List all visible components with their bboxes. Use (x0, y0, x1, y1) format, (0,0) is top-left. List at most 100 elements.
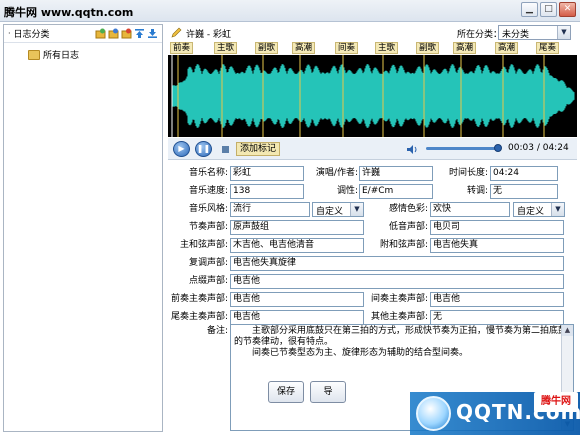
volume-icon[interactable] (406, 144, 418, 155)
delete-category-icon[interactable] (121, 28, 132, 39)
other-field[interactable]: 无 (430, 310, 564, 325)
mark-label[interactable]: 高潮 (292, 42, 316, 54)
sidebar: · 日志分类 所有日志 (3, 24, 163, 432)
play-button[interactable]: ▶ (173, 141, 190, 157)
style-label: 音乐风格: (188, 204, 228, 214)
counter-label: 复调声部: (188, 258, 228, 268)
intro-label: 前奏主奏声部: (170, 294, 228, 304)
chevron-down-icon: ▼ (350, 203, 363, 216)
category-select[interactable]: 未分类 ▼ (498, 25, 571, 40)
tree-collapse-icon[interactable]: · (8, 29, 11, 38)
bass-label: 低音声部: (388, 222, 428, 232)
minimize-icon[interactable]: ▁ (521, 2, 538, 17)
song-title: 许巍 - 彩虹 (186, 29, 231, 40)
mark-label[interactable]: 高潮 (453, 42, 477, 54)
close-icon[interactable]: ✕ (559, 2, 576, 17)
pause-icon: ❚❚ (196, 144, 211, 153)
stop-icon[interactable] (222, 146, 229, 153)
pencil-icon (171, 27, 182, 38)
player-bar: ▶ ❚❚ 添加标记 00:03 / 04:24 (168, 138, 577, 160)
watermark: QQTN.com 腾牛网 (410, 392, 580, 435)
main-panel: 许巍 - 彩虹 所在分类： 未分类 ▼ 前奏 主歌 副歌 高潮 间奏 主歌 副歌… (168, 24, 577, 432)
watermark-logo-icon (416, 396, 451, 431)
modulation-label: 转调: (466, 186, 488, 196)
harmony-field[interactable]: 木吉他、电吉他清音 (230, 238, 364, 253)
tempo-label: 音乐速度: (188, 186, 228, 196)
mark-label[interactable]: 副歌 (255, 42, 279, 54)
category-value: 未分类 (502, 30, 530, 40)
export-button[interactable]: 导 (310, 381, 346, 403)
fill-label: 点缀声部: (188, 276, 228, 286)
edit-category-icon[interactable] (108, 28, 119, 39)
outro-label: 尾奏主奏声部: (170, 312, 228, 322)
section-mark-bar: 前奏 主歌 副歌 高潮 间奏 主歌 副歌 高潮 高潮 尾奏 (168, 42, 577, 55)
action-buttons: 保存 导 (268, 381, 346, 403)
duration-field[interactable]: 04:24 (490, 166, 558, 181)
sidebar-toolbar (95, 28, 158, 39)
mood-field[interactable]: 欢快 (430, 202, 510, 217)
interlude-field[interactable]: 电吉他 (430, 292, 564, 307)
duration-label: 时间长度: (448, 168, 488, 178)
rhythm-field[interactable]: 原声鼓组 (230, 220, 364, 235)
progress-slider-handle[interactable] (494, 144, 502, 152)
window-controls: ▁ □ ✕ (521, 2, 576, 17)
style-field[interactable]: 流行 (230, 202, 310, 217)
sidebar-item-label: 所有日志 (43, 51, 80, 61)
chevron-down-icon: ▼ (557, 26, 570, 39)
time-readout: 00:03 / 04:24 (508, 143, 569, 153)
notes-line: 间奏已节奏型态为主、旋律形态为辅助的结合型间奏。 (252, 348, 469, 358)
folder-icon (28, 49, 40, 60)
mark-label[interactable]: 前奏 (170, 42, 194, 54)
maximize-icon[interactable]: □ (540, 2, 557, 17)
progress-slider[interactable] (426, 147, 498, 150)
mood-label: 感情色彩: (388, 204, 428, 214)
artist-field[interactable]: 许巍 (359, 166, 433, 181)
add-mark-button[interactable]: 添加标记 (236, 142, 281, 156)
sidebar-header: · 日志分类 (4, 25, 162, 43)
save-button[interactable]: 保存 (268, 381, 304, 403)
category-label: 所在分类： (457, 30, 503, 40)
intro-field[interactable]: 电吉他 (230, 292, 364, 307)
mood-select-value: 自定义 (517, 207, 545, 217)
add-category-icon[interactable] (95, 28, 106, 39)
bass-field[interactable]: 电贝司 (430, 220, 564, 235)
mark-label[interactable]: 副歌 (416, 42, 440, 54)
key-field[interactable]: E/#Cm (359, 184, 433, 199)
tempo-field[interactable]: 138 (230, 184, 304, 199)
style-select-value: 自定义 (316, 207, 344, 217)
mood-select[interactable]: 自定义 ▼ (513, 202, 565, 217)
move-down-icon[interactable] (147, 28, 158, 39)
title-bar: 腾牛网 www.qqtn.com ▁ □ ✕ (0, 0, 580, 22)
counter-field[interactable]: 电吉他失真旋律 (230, 256, 564, 271)
notes-line: 主歌部分采用底鼓只在第三拍的方式，形成快节奏为正拍，慢节奏为第二拍底鼓的节奏律动… (234, 326, 568, 347)
window-title: 腾牛网 www.qqtn.com (4, 6, 134, 19)
sidebar-item-all-logs[interactable]: 所有日志 (26, 47, 81, 62)
mark-label[interactable]: 主歌 (375, 42, 399, 54)
watermark-badge: 腾牛网 (534, 392, 578, 412)
fill-field[interactable]: 电吉他 (230, 274, 564, 289)
move-up-icon[interactable] (134, 28, 145, 39)
notes-label: 备注: (206, 326, 228, 336)
other-label: 其他主奏声部: (370, 312, 428, 322)
rhythm-label: 节奏声部: (188, 222, 228, 232)
artist-label: 演唱/作者: (315, 168, 358, 178)
waveform-display[interactable] (168, 55, 577, 137)
pause-button[interactable]: ❚❚ (195, 141, 212, 157)
mark-label[interactable]: 主歌 (214, 42, 238, 54)
scroll-up-icon[interactable]: ▲ (562, 325, 573, 336)
aux-harmony-field[interactable]: 电吉他失真 (430, 238, 564, 253)
outro-field[interactable]: 电吉他 (230, 310, 364, 325)
key-label: 调性: (336, 186, 358, 196)
total-time: 04:24 (542, 143, 569, 153)
modulation-field[interactable]: 无 (490, 184, 558, 199)
music-name-label: 音乐名称: (188, 168, 228, 178)
mark-label[interactable]: 高潮 (495, 42, 519, 54)
style-select[interactable]: 自定义 ▼ (312, 202, 364, 217)
mark-label[interactable]: 间奏 (335, 42, 359, 54)
mark-label[interactable]: 尾奏 (536, 42, 560, 54)
song-header: 许巍 - 彩虹 所在分类： 未分类 ▼ (168, 24, 577, 42)
music-name-field[interactable]: 彩虹 (230, 166, 304, 181)
sidebar-header-label: 日志分类 (13, 30, 50, 40)
time-separator: / (536, 143, 540, 153)
aux-harmony-label: 附和弦声部: (379, 240, 428, 250)
